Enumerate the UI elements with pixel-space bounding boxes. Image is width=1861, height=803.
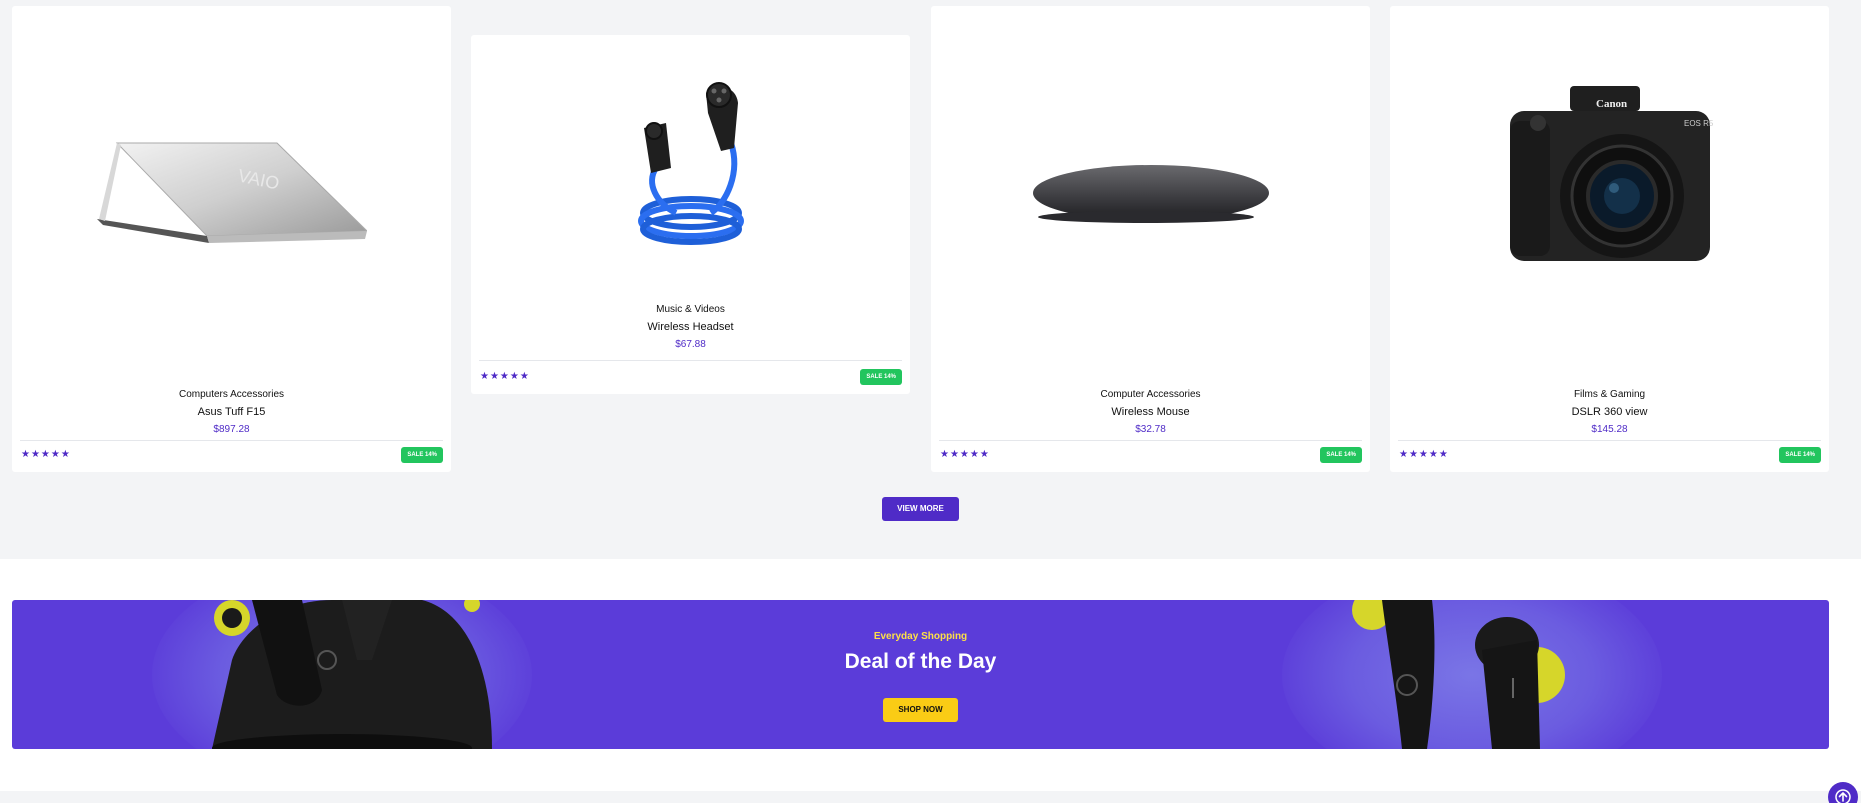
shop-now-button[interactable]: SHOP NOW [883,698,958,722]
product-name[interactable]: DSLR 360 view [1390,406,1829,418]
product-card[interactable]: VAIO Computers Accessories Asus Tuff F15… [12,6,451,472]
deal-banner: Everyday Shopping Deal of the Day SHOP N… [12,600,1829,749]
card-divider [479,360,902,361]
earbuds-image [1352,600,1565,749]
product-name[interactable]: Wireless Headset [471,321,910,333]
product-section: VAIO Computers Accessories Asus Tuff F15… [0,0,1861,559]
product-price: $67.88 [675,339,706,350]
card-divider [939,440,1362,441]
card-divider [1398,440,1821,441]
product-category: Computers Accessories [178,389,285,400]
product-price: $32.78 [1135,424,1166,435]
camera-image: Canon EOS R5 [1509,86,1714,261]
deal-section: Everyday Shopping Deal of the Day SHOP N… [0,559,1861,791]
sale-badge: SALE 14% [1320,447,1362,463]
product-image[interactable] [471,35,910,290]
product-name[interactable]: Wireless Mouse [931,406,1370,418]
product-price: $897.28 [213,424,250,435]
product-card[interactable]: Music & Videos Wireless Headset $67.88 ★… [471,35,910,394]
product-category: Music & Videos [656,304,725,315]
rating-stars: ★★★★★ [1399,449,1449,460]
mouse-image [1032,165,1269,223]
product-name[interactable]: Asus Tuff F15 [12,406,451,418]
footer-strip [0,791,1861,803]
product-image[interactable] [931,6,1370,376]
product-image[interactable]: Canon EOS R5 [1390,6,1829,346]
camera-model: EOS R5 [1684,119,1714,128]
sale-badge: SALE 14% [860,369,902,385]
product-category: Computer Accessories [1100,389,1201,400]
earbuds-case-image [212,600,492,749]
product-price: $145.28 [1591,424,1628,435]
camera-brand: Canon [1596,98,1627,110]
card-divider [20,440,443,441]
product-image[interactable]: VAIO [12,6,451,376]
product-card[interactable]: Computer Accessories Wireless Mouse $32.… [931,6,1370,472]
laptop-image: VAIO [96,142,367,243]
sale-badge: SALE 14% [1779,447,1821,463]
rating-stars: ★★★★★ [940,449,990,460]
rating-stars: ★★★★★ [21,449,71,460]
product-category: Films & Gaming [1573,389,1646,400]
sale-badge: SALE 14% [401,447,443,463]
product-card[interactable]: Canon EOS R5 Films & Gaming DSLR 360 vie… [1390,6,1829,472]
cable-image [637,81,744,245]
rating-stars: ★★★★★ [480,371,530,382]
arrow-up-icon [1835,789,1851,803]
view-more-button[interactable]: VIEW MORE [882,497,959,521]
